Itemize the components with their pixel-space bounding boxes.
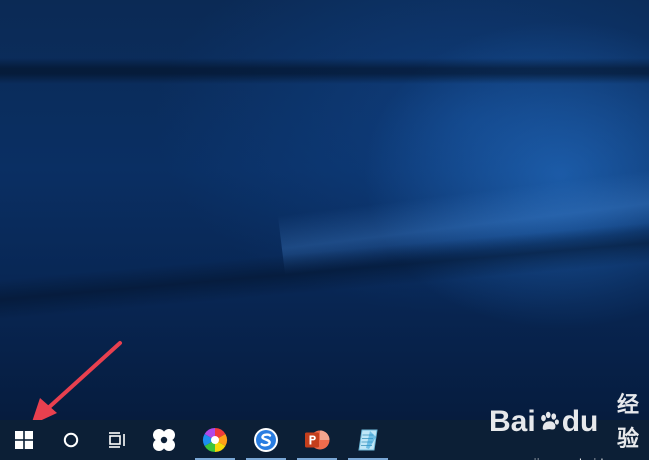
watermark-brand: Bai du 经验 (489, 388, 639, 456)
task-view-button[interactable] (94, 420, 140, 460)
taskbar-app-color-wheel[interactable] (191, 420, 239, 460)
start-button[interactable] (0, 420, 48, 460)
watermark-brand-cn: 经验 (616, 392, 639, 451)
notepad-icon (358, 429, 378, 451)
paw-icon (540, 411, 559, 430)
cortana-search-button[interactable] (48, 420, 94, 460)
task-view-icon (109, 432, 125, 448)
app-icon-white-petal (153, 429, 175, 451)
watermark-url: jingyan.baidu.com (533, 456, 639, 470)
color-wheel-icon (202, 428, 228, 452)
watermark-brand-left: Bai (489, 405, 536, 438)
taskbar-app-petal[interactable] (140, 420, 188, 460)
windows-logo-icon (15, 431, 33, 449)
powerpoint-icon (305, 430, 330, 450)
taskbar-app-powerpoint[interactable] (293, 420, 341, 460)
cortana-circle-icon (63, 432, 79, 448)
taskbar-app-sogou[interactable] (242, 420, 290, 460)
watermark-brand-right: du (561, 405, 599, 438)
taskbar-app-notepad[interactable] (344, 420, 392, 460)
sogou-s-icon (254, 428, 278, 452)
baidu-jingyan-watermark: Bai du 经验 jingyan.baidu.com (489, 388, 639, 470)
